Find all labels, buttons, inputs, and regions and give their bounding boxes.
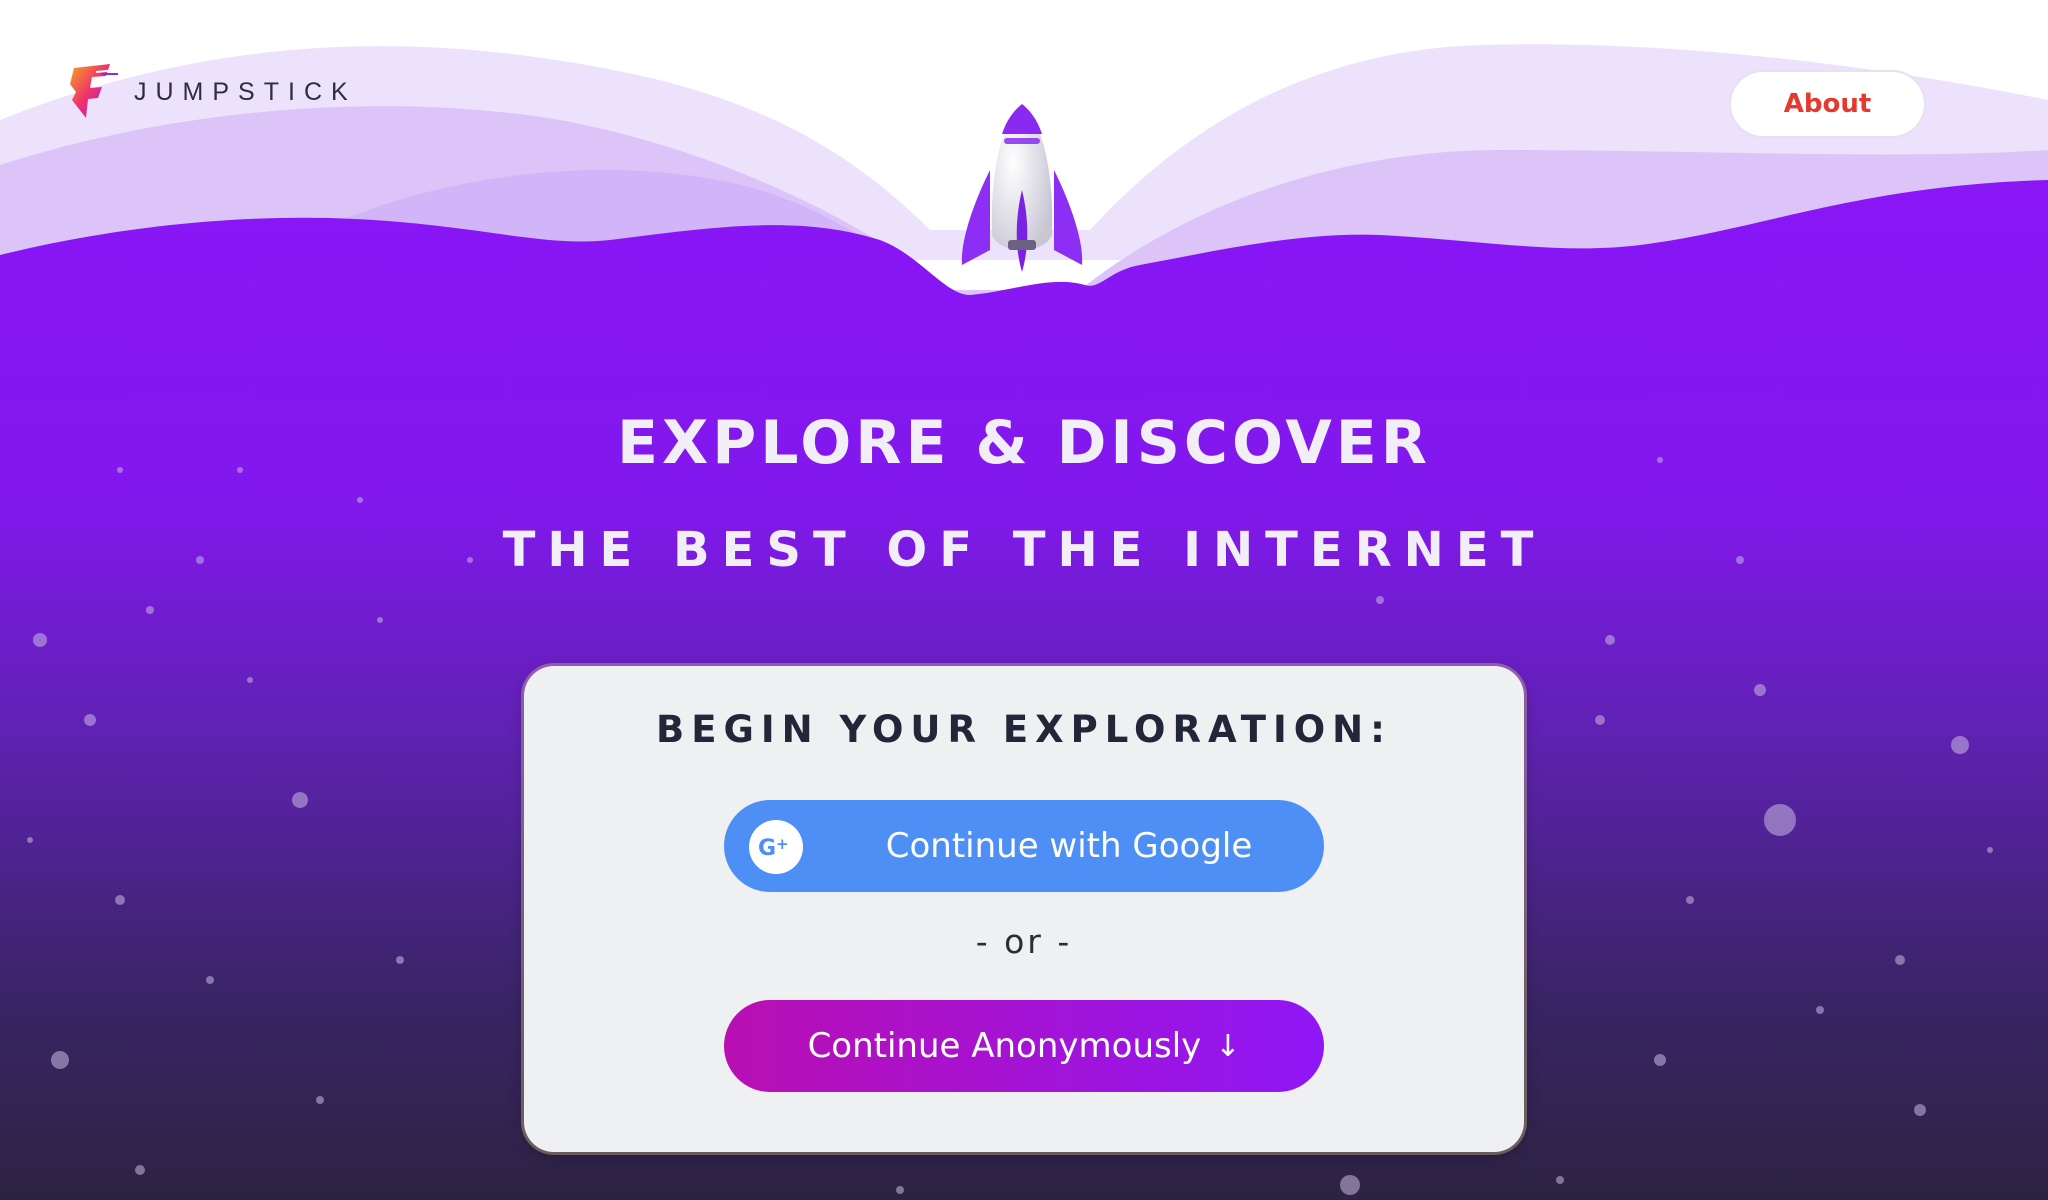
arrow-down-icon: ↓: [1215, 1028, 1241, 1064]
brand-name: JUMPSTICK: [134, 77, 357, 106]
continue-with-google-button[interactable]: G + Continue with Google: [724, 800, 1324, 892]
google-plus-icon: G +: [749, 820, 803, 874]
card-heading: BEGIN YOUR EXPLORATION:: [656, 708, 1392, 751]
google-button-label: Continue with Google: [885, 826, 1253, 866]
hero-subtitle: THE BEST OF THE INTERNET: [502, 522, 1546, 578]
svg-text:G: G: [758, 836, 776, 861]
about-button[interactable]: About: [1729, 70, 1926, 138]
jumpstick-logo-icon: [70, 64, 118, 118]
login-card: BEGIN YOUR EXPLORATION: G + Continue wit…: [524, 666, 1524, 1152]
brand-logo[interactable]: JUMPSTICK: [66, 62, 357, 122]
continue-anonymously-button[interactable]: Continue Anonymously ↓: [724, 1000, 1324, 1092]
hero-title: EXPLORE & DISCOVER: [616, 408, 1431, 478]
or-divider: - or -: [975, 922, 1073, 961]
anon-button-label: Continue Anonymously: [807, 1026, 1202, 1066]
svg-text:+: +: [776, 835, 789, 853]
